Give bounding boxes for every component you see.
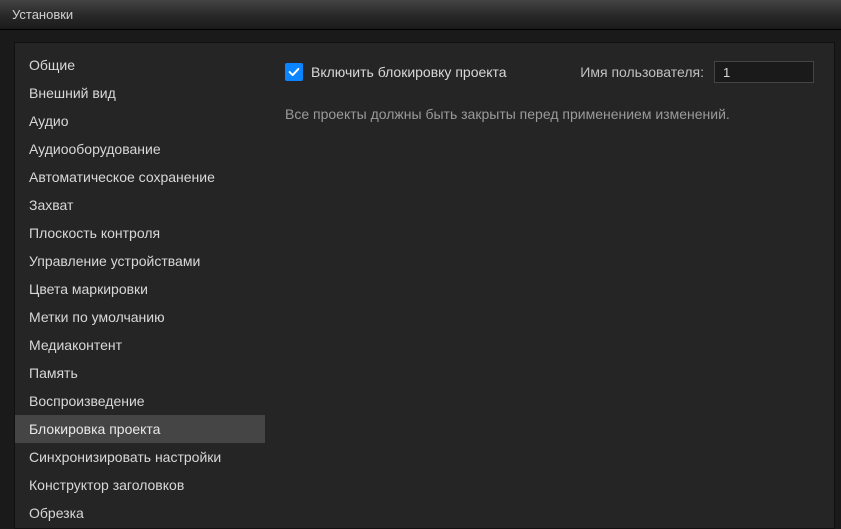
sidebar-item-label: Внешний вид xyxy=(29,85,116,101)
sidebar-item-13[interactable]: Блокировка проекта xyxy=(15,415,265,443)
sidebar-item-16[interactable]: Обрезка xyxy=(15,499,265,527)
sidebar-item-label: Обрезка xyxy=(29,505,84,521)
sidebar-item-14[interactable]: Синхронизировать настройки xyxy=(15,443,265,471)
settings-panel: Включить блокировку проекта Имя пользова… xyxy=(265,43,834,528)
sidebar-item-1[interactable]: Внешний вид xyxy=(15,79,265,107)
sidebar-item-12[interactable]: Воспроизведение xyxy=(15,387,265,415)
sidebar-item-label: Захват xyxy=(29,197,73,213)
enable-lock-row: Включить блокировку проекта Имя пользова… xyxy=(285,61,814,83)
sidebar-item-4[interactable]: Автоматическое сохранение xyxy=(15,163,265,191)
sidebar-item-3[interactable]: Аудиооборудование xyxy=(15,135,265,163)
enable-lock-checkbox[interactable] xyxy=(285,63,303,81)
settings-window: Установки Общие Внешний вид Аудио Аудиообор… xyxy=(0,0,841,529)
username-label: Имя пользователя: xyxy=(580,64,704,80)
window-title: Установки xyxy=(12,7,73,22)
sidebar-item-label: Синхронизировать настройки xyxy=(29,449,221,465)
sidebar-item-label: Конструктор заголовков xyxy=(29,477,184,493)
titlebar[interactable]: Установки xyxy=(0,0,841,30)
sidebar-item-label: Управление устройствами xyxy=(29,253,200,269)
enable-lock-label: Включить блокировку проекта xyxy=(311,64,507,80)
sidebar-item-label: Аудиооборудование xyxy=(29,141,161,157)
sidebar-item-15[interactable]: Конструктор заголовков xyxy=(15,471,265,499)
sidebar-item-label: Плоскость контроля xyxy=(29,225,160,241)
sidebar-item-7[interactable]: Управление устройствами xyxy=(15,247,265,275)
content-frame: Общие Внешний вид Аудио Аудиооборудование Ав… xyxy=(14,42,835,529)
checkmark-icon xyxy=(287,65,301,79)
sidebar-item-label: Блокировка проекта xyxy=(29,421,160,437)
enable-lock-checkbox-wrap[interactable]: Включить блокировку проекта xyxy=(285,63,507,81)
sidebar-item-label: Метки по умолчанию xyxy=(29,309,165,325)
sidebar-item-label: Автоматическое сохранение xyxy=(29,169,215,185)
sidebar-item-label: Память xyxy=(29,365,78,381)
sidebar-item-2[interactable]: Аудио xyxy=(15,107,265,135)
sidebar-item-label: Цвета маркировки xyxy=(29,281,148,297)
sidebar-item-6[interactable]: Плоскость контроля xyxy=(15,219,265,247)
sidebar-item-label: Общие xyxy=(29,57,75,73)
sidebar-item-5[interactable]: Захват xyxy=(15,191,265,219)
sidebar-item-0[interactable]: Общие xyxy=(15,51,265,79)
sidebar-item-label: Медиаконтент xyxy=(29,337,122,353)
username-input[interactable] xyxy=(714,61,814,83)
info-text: Все проекты должны быть закрыты перед пр… xyxy=(285,105,814,125)
sidebar-item-10[interactable]: Медиаконтент xyxy=(15,331,265,359)
sidebar-item-8[interactable]: Цвета маркировки xyxy=(15,275,265,303)
sidebar-item-label: Аудио xyxy=(29,113,69,129)
settings-sidebar: Общие Внешний вид Аудио Аудиооборудование Ав… xyxy=(15,43,265,528)
sidebar-item-9[interactable]: Метки по умолчанию xyxy=(15,303,265,331)
sidebar-item-label: Воспроизведение xyxy=(29,393,145,409)
sidebar-item-11[interactable]: Память xyxy=(15,359,265,387)
